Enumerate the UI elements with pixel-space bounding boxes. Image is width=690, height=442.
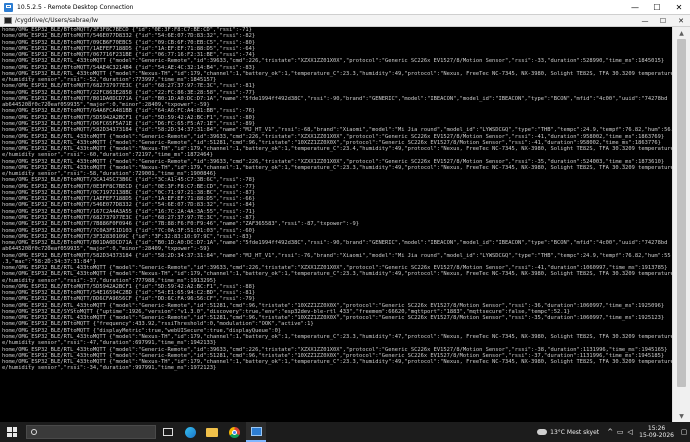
- terminal-line: home/OMG_ESP32_BLE/BTtoMQTT/582D34373184…: [2, 127, 672, 134]
- terminal-output[interactable]: home/OMG_ESP32_BLE/BTtoMQTT/3F3F8C7BECD …: [0, 27, 672, 422]
- rdp-minimize-button[interactable]: —: [624, 0, 646, 14]
- chrome-icon: [228, 426, 240, 438]
- terminal-line: home/OMG_ESP32_BLE/BTtoMQTT/582D34373184…: [2, 252, 671, 259]
- terminal-line: home/OMG_ESP32_BLE/RTL_433toMQTT {"model…: [2, 133, 665, 140]
- scroll-down-arrow-icon[interactable]: ▼: [673, 410, 690, 422]
- terminal-line: home/OMG_ESP32_BLE/RTL_433toMQTT {"model…: [2, 58, 665, 65]
- task-view-button[interactable]: [158, 422, 178, 442]
- notification-icon[interactable]: ▢: [678, 422, 690, 442]
- terminal-icon: [4, 17, 12, 24]
- terminal-line: home/OMG_ESP32_BLE/RTL_433toMQTT {"model…: [2, 158, 665, 165]
- taskbar-search-box[interactable]: [26, 425, 156, 439]
- clock-time: 15:26: [647, 425, 666, 432]
- rdp-window-title: 10.5.2.5 - Remote Desktop Connection: [17, 3, 134, 11]
- rdp-close-button[interactable]: ✕: [668, 0, 690, 14]
- rdp-titlebar: 10.5.2.5 - Remote Desktop Connection — ☐…: [0, 0, 690, 15]
- terminal-line: home/OMG_ESP32_BLE/RTL_433toMQTT {"model…: [2, 346, 668, 353]
- edge-icon: [184, 426, 196, 438]
- remote-desktop-icon: [4, 2, 13, 12]
- tray-overflow-chevron-icon[interactable]: ^: [605, 428, 615, 436]
- terminal-line: home/OMG_ESP32_BLE/RTL_433toMQTT {"model…: [2, 271, 672, 278]
- search-icon: [31, 429, 37, 435]
- terminal-minimize-button[interactable]: —: [636, 15, 654, 26]
- terminal-maximize-button[interactable]: ☐: [654, 15, 672, 26]
- clock-date: 15-09-2026: [639, 432, 674, 439]
- weather-widget[interactable]: 13°C Mest skyet: [537, 429, 599, 436]
- folder-icon: [206, 427, 218, 437]
- cloud-icon: [537, 429, 548, 435]
- scrollbar-thumb[interactable]: [677, 39, 686, 387]
- taskbar-explorer-button[interactable]: [202, 422, 222, 442]
- terminal-titlebar: /cygdrive/c/Users/sabrae/lw — ☐ ✕: [0, 15, 690, 27]
- start-button[interactable]: [0, 422, 24, 442]
- scroll-up-arrow-icon[interactable]: ▲: [673, 27, 690, 39]
- remote-desktop-icon: [250, 426, 262, 436]
- clock[interactable]: 15:26 15-09-2026: [639, 425, 674, 439]
- weather-text: 13°C Mest skyet: [550, 428, 600, 436]
- rdp-maximize-button[interactable]: ☐: [646, 0, 668, 14]
- windows-logo-icon: [7, 427, 17, 437]
- task-view-icon: [163, 428, 173, 436]
- volume-icon[interactable]: ◁: [625, 428, 635, 436]
- terminal-close-button[interactable]: ✕: [672, 15, 690, 26]
- terminal-scrollbar[interactable]: ▲ ▼: [672, 27, 690, 422]
- terminal-line: e/humidity sensor","rssi":-34,"duration"…: [2, 365, 217, 372]
- terminal-window-title: /cygdrive/c/Users/sabrae/lw: [15, 17, 99, 24]
- taskbar: 13°C Mest skyet ^ ▭ ◁ 15:26 15-09-2026 ▢: [0, 422, 690, 442]
- network-icon[interactable]: ▭: [615, 428, 625, 436]
- taskbar-edge-button[interactable]: [180, 422, 200, 442]
- taskbar-remote-desktop-button[interactable]: [246, 422, 266, 442]
- taskbar-chrome-button[interactable]: [224, 422, 244, 442]
